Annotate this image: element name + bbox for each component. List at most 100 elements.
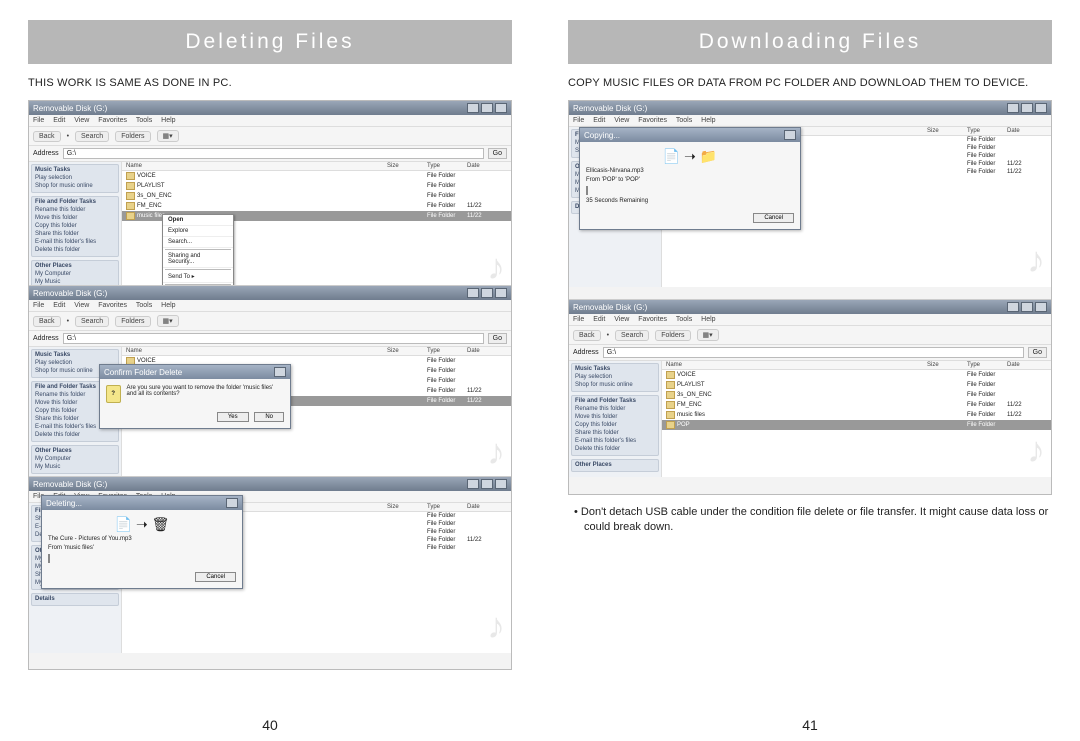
menu-tools[interactable]: Tools [676,117,692,124]
ctx-search[interactable]: Search... [163,237,233,248]
menu-help[interactable]: Help [701,316,715,323]
menu-tools[interactable]: Tools [676,316,692,323]
task-item[interactable]: Shop for music online [575,381,655,389]
ctx-sendto[interactable]: Send To ▸ [163,271,233,283]
go-button[interactable]: Go [488,148,507,159]
folders-button[interactable]: Folders [115,316,150,327]
task-item[interactable]: Delete this folder [35,246,115,254]
file-row[interactable]: VOICEFile Folder [122,171,511,181]
address-field[interactable]: G:\ [63,148,484,159]
col-size[interactable]: Size [387,163,427,169]
col-date[interactable]: Date [467,348,507,354]
menu-favorites[interactable]: Favorites [98,117,127,124]
maximize-button[interactable] [1021,103,1033,113]
maximize-button[interactable] [481,479,493,489]
menu-favorites[interactable]: Favorites [638,117,667,124]
file-row[interactable]: FM_ENCFile Folder11/22 [662,400,1051,410]
menu-tools[interactable]: Tools [136,117,152,124]
menu-edit[interactable]: Edit [593,117,605,124]
minimize-button[interactable] [1007,103,1019,113]
ctx-sharing[interactable]: Sharing and Security... [163,251,233,268]
task-item[interactable]: E-mail this folder's files [35,238,115,246]
col-size[interactable]: Size [927,128,967,134]
menu-view[interactable]: View [74,117,89,124]
file-row[interactable]: PLAYLISTFile Folder [662,380,1051,390]
views-button[interactable]: ▦▾ [157,130,179,142]
col-type[interactable]: Type [427,504,467,510]
menu-edit[interactable]: Edit [593,316,605,323]
menu-file[interactable]: File [33,117,44,124]
file-row[interactable]: FM_ENCFile Folder11/22 [122,201,511,211]
task-item[interactable]: E-mail this folder's files [575,437,655,445]
file-row[interactable]: VOICEFile Folder [662,370,1051,380]
close-button[interactable] [495,103,507,113]
task-item[interactable]: Copy this folder [575,421,655,429]
place-item[interactable]: My Music [35,463,115,471]
yes-button[interactable]: Yes [217,412,249,422]
task-item[interactable]: Copy this folder [35,222,115,230]
minimize-button[interactable] [1007,302,1019,312]
close-button[interactable] [495,288,507,298]
file-row-selected[interactable]: POPFile Folder [662,420,1051,430]
close-button[interactable] [1035,103,1047,113]
views-button[interactable]: ▦▾ [697,329,719,341]
col-date[interactable]: Date [1007,362,1047,368]
task-item[interactable]: Play selection [35,174,115,182]
task-item[interactable]: Shop for music online [35,182,115,190]
menu-favorites[interactable]: Favorites [98,302,127,309]
file-row[interactable]: PLAYLISTFile Folder [122,181,511,191]
minimize-button[interactable] [467,288,479,298]
close-icon[interactable] [784,130,796,140]
menu-file[interactable]: File [573,117,584,124]
task-item[interactable]: Delete this folder [575,445,655,453]
cancel-button[interactable]: Cancel [195,572,236,582]
folders-button[interactable]: Folders [115,131,150,142]
col-type[interactable]: Type [427,163,467,169]
menu-edit[interactable]: Edit [53,117,65,124]
col-size[interactable]: Size [387,348,427,354]
back-button[interactable]: Back [33,316,61,327]
search-button[interactable]: Search [75,131,109,142]
col-date[interactable]: Date [1007,128,1047,134]
menu-tools[interactable]: Tools [136,302,152,309]
col-type[interactable]: Type [967,362,1007,368]
go-button[interactable]: Go [1028,347,1047,358]
task-item[interactable]: Delete this folder [35,431,115,439]
col-name[interactable]: Name [126,348,387,354]
minimize-button[interactable] [467,103,479,113]
back-button[interactable]: Back [33,131,61,142]
task-item[interactable]: Move this folder [575,413,655,421]
col-date[interactable]: Date [467,504,507,510]
place-item[interactable]: My Music [35,278,115,286]
search-button[interactable]: Search [615,330,649,341]
search-button[interactable]: Search [75,316,109,327]
cancel-button[interactable]: Cancel [753,213,794,223]
menu-view[interactable]: View [614,316,629,323]
maximize-button[interactable] [481,288,493,298]
task-item[interactable]: Play selection [575,373,655,381]
close-button[interactable] [1035,302,1047,312]
col-date[interactable]: Date [467,163,507,169]
task-item[interactable]: Move this folder [35,214,115,222]
menu-file[interactable]: File [33,302,44,309]
maximize-button[interactable] [1021,302,1033,312]
col-type[interactable]: Type [427,348,467,354]
menu-help[interactable]: Help [161,302,175,309]
menu-file[interactable]: File [573,316,584,323]
menu-favorites[interactable]: Favorites [638,316,667,323]
menu-edit[interactable]: Edit [53,302,65,309]
file-row[interactable]: 3s_ON_ENCFile Folder [122,191,511,201]
address-field[interactable]: G:\ [63,333,484,344]
task-item[interactable]: Rename this folder [575,405,655,413]
folders-button[interactable]: Folders [655,330,690,341]
minimize-button[interactable] [467,479,479,489]
col-name[interactable]: Name [126,163,387,169]
col-name[interactable]: Name [666,362,927,368]
back-button[interactable]: Back [573,330,601,341]
maximize-button[interactable] [481,103,493,113]
task-item[interactable]: Share this folder [35,230,115,238]
file-row[interactable]: music filesFile Folder11/22 [662,410,1051,420]
menu-view[interactable]: View [614,117,629,124]
menu-help[interactable]: Help [161,117,175,124]
ctx-explore[interactable]: Explore [163,226,233,237]
